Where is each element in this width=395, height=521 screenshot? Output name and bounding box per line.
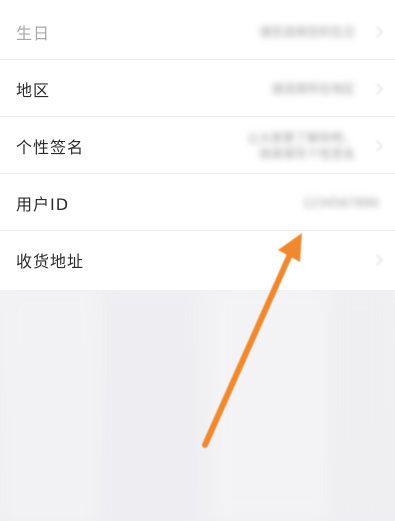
chevron-right-icon xyxy=(371,253,383,266)
background-blur-block xyxy=(6,290,98,521)
background-blur-block xyxy=(212,290,332,521)
profile-row-region[interactable]: 地区 请选择所在地区 xyxy=(0,60,395,117)
profile-settings-list: 生日 请您选择您的生日 地区 请选择所在地区 个性签名 让大家更了解你吧， 快来… xyxy=(0,0,395,290)
chevron-right-icon xyxy=(371,139,383,152)
row-value: 让大家更了解你吧， 快来填写个性签名 xyxy=(246,130,355,161)
background-blur-block xyxy=(104,290,196,521)
user-id-value: 1234567890 xyxy=(302,195,379,210)
row-label: 个性签名 xyxy=(16,137,85,157)
profile-row-shipping-address[interactable]: 收货地址 xyxy=(0,231,395,288)
row-label: 生日 xyxy=(16,23,51,43)
profile-row-signature[interactable]: 个性签名 让大家更了解你吧， 快来填写个性签名 xyxy=(0,117,395,174)
row-label: 地区 xyxy=(16,80,51,100)
profile-row-birthday[interactable]: 生日 请您选择您的生日 xyxy=(0,3,395,60)
background-blur-block xyxy=(330,290,390,521)
chevron-right-icon xyxy=(371,82,383,95)
row-label: 用户ID xyxy=(16,194,70,214)
chevron-right-icon xyxy=(371,25,383,38)
row-value: 请选择所在地区 xyxy=(270,81,355,96)
profile-row-user-id[interactable]: 用户ID 1234567890 xyxy=(0,174,395,231)
row-value: 请您选择您的生日 xyxy=(258,24,355,39)
row-label: 收货地址 xyxy=(16,251,85,271)
